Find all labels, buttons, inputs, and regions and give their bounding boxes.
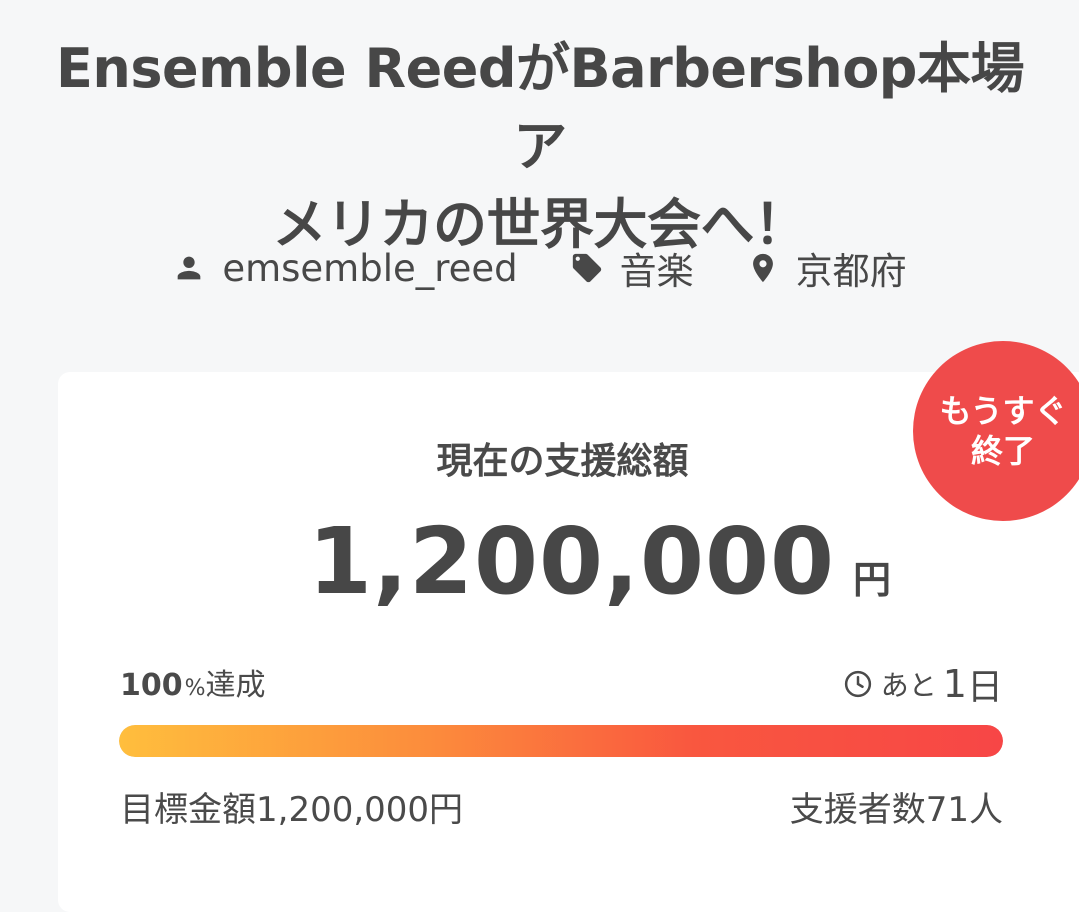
currency-unit: 円 <box>853 558 892 602</box>
time-remaining: あと 1 日 <box>843 658 1003 710</box>
backer-count: 支援者数71人 <box>789 790 1003 830</box>
current-total: 1,200,000 円 <box>308 508 891 615</box>
remaining-prefix: あと <box>880 669 937 702</box>
project-title: Ensemble ReedがBarbershop本場ア メリカの世界大会へ！ <box>40 30 1040 264</box>
achievement-percent-sign: % <box>184 676 206 701</box>
category-link[interactable]: 音楽 <box>570 241 694 295</box>
goal-amount: 目標金額1,200,000円 <box>120 790 464 830</box>
owner-link[interactable]: emsemble_reed <box>172 246 518 290</box>
location-name: 京都府 <box>795 250 907 293</box>
project-meta: emsemble_reed 音楽 京都府 <box>0 240 1079 296</box>
category-name: 音楽 <box>619 250 694 293</box>
achievement-rate: 100 % 達成 <box>120 660 266 704</box>
badge-line1: もうすぐ <box>939 392 1067 430</box>
location-link[interactable]: 京都府 <box>746 241 907 295</box>
current-total-amount: 1,200,000 <box>308 508 835 615</box>
ending-soon-badge: もうすぐ 終了 <box>913 341 1079 521</box>
progress-bar-fill <box>119 725 1003 757</box>
progress-bar <box>119 725 1003 757</box>
remaining-value: 1 <box>942 662 967 706</box>
project-title-line1: Ensemble ReedがBarbershop本場ア <box>56 37 1024 178</box>
current-total-label: 現在の支援総額 <box>436 441 689 482</box>
achievement-number: 100 <box>120 668 183 703</box>
achievement-label: 達成 <box>205 668 266 703</box>
remaining-unit: 日 <box>966 667 1003 708</box>
clock-icon <box>844 670 871 698</box>
tag-icon <box>572 253 601 283</box>
map-pin-icon <box>752 253 773 283</box>
owner-name: emsemble_reed <box>222 246 518 290</box>
person-icon <box>177 256 201 280</box>
